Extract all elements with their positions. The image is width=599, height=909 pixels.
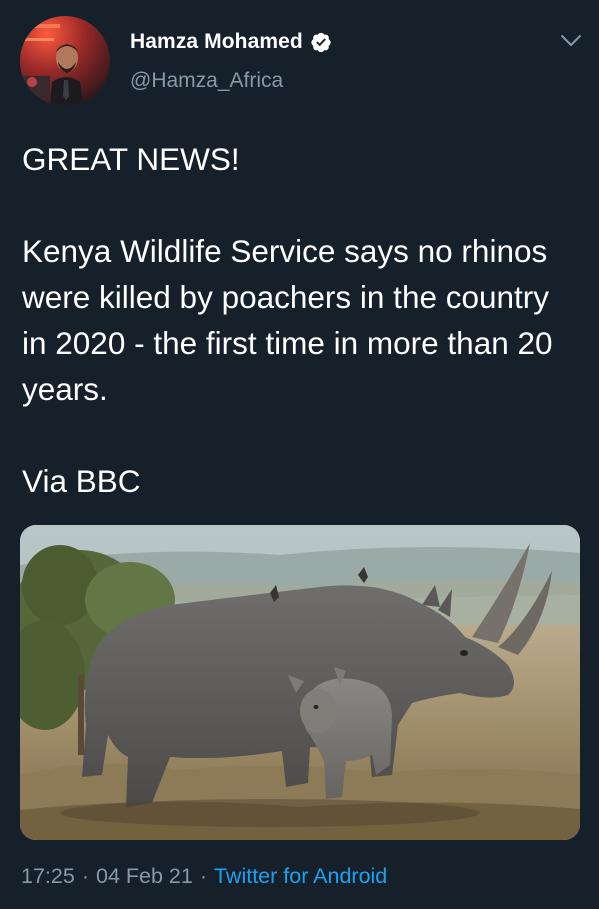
tweet: Hamza Mohamed @Hamza_Africa GREAT NEWS! … <box>0 0 599 909</box>
rhino-photo <box>20 525 580 840</box>
tweet-author: Hamza Mohamed @Hamza_Africa <box>130 28 332 93</box>
meta-separator: · <box>81 864 89 888</box>
tweet-photo[interactable] <box>20 525 580 840</box>
author-avatar[interactable] <box>20 16 110 106</box>
avatar-image <box>20 16 110 106</box>
tweet-metadata: 17:25 · 04 Feb 21 · Twitter for Android <box>21 864 387 889</box>
tweet-time[interactable]: 17:25 <box>21 864 75 889</box>
tweet-date[interactable]: 04 Feb 21 <box>96 864 193 889</box>
verified-badge-icon <box>310 31 332 53</box>
meta-separator: · <box>199 864 207 888</box>
author-handle[interactable]: @Hamza_Africa <box>130 69 332 93</box>
tweet-text: GREAT NEWS! Kenya Wildlife Service says … <box>22 141 553 499</box>
tweet-source-link[interactable]: Twitter for Android <box>214 864 387 889</box>
chevron-down-icon[interactable] <box>560 34 582 48</box>
author-display-name[interactable]: Hamza Mohamed <box>130 30 303 54</box>
